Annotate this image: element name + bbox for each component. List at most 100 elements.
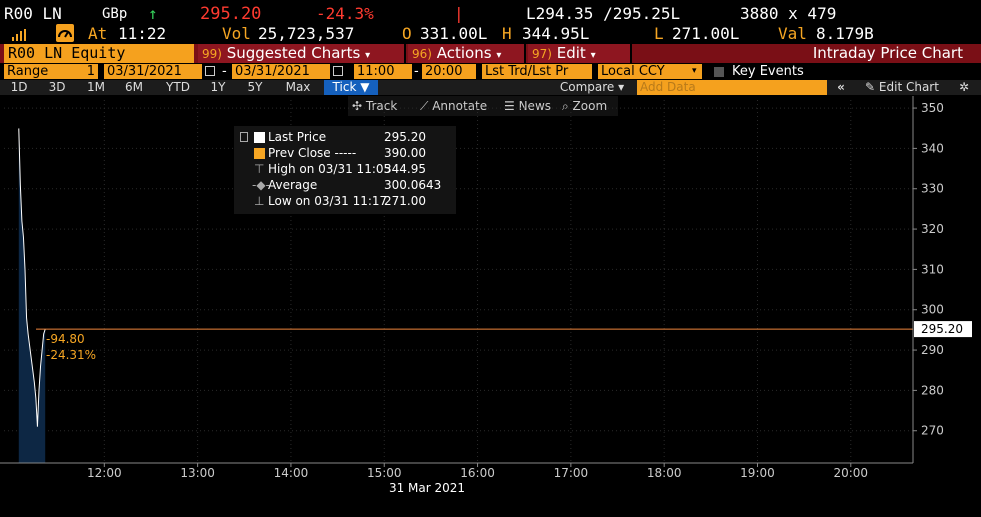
end-date-field[interactable]: 03/31/2021 [232, 64, 330, 79]
actions-number: 96) [412, 47, 432, 61]
low-marker-icon: ⊥ [254, 194, 265, 208]
currency-select[interactable]: Local CCY [598, 64, 702, 79]
range-dash: - [222, 64, 227, 79]
gear-icon[interactable]: ✲ [955, 80, 973, 95]
low-label: L [654, 24, 664, 43]
actions-label: Actions [436, 44, 492, 62]
legend-low-label: Low on 03/31 11:17 [268, 194, 388, 208]
y-tick-label: 310 [921, 262, 944, 276]
edit-button[interactable]: 97) Edit ▾ [528, 44, 632, 63]
compare-dropdown[interactable]: Compare ▾ [552, 80, 632, 95]
high-label: H [502, 24, 512, 43]
price-tag-label: 295.20 [921, 322, 963, 336]
low-value: 271.00L [672, 24, 740, 43]
legend-last-price[interactable]: Last Price 295.20 [234, 130, 456, 146]
legend-low[interactable]: ⊥ Low on 03/31 11:17 271.00 [234, 194, 456, 210]
y-tick-label: 290 [921, 343, 944, 357]
price-chart[interactable]: 270 280 290 300 310 320 330 340 350 12:00 13:00 14… [0, 96, 981, 517]
y-tick-label: 350 [921, 101, 944, 115]
period-button-max[interactable]: Max [278, 80, 318, 95]
range-days-field[interactable]: 1 [58, 64, 98, 79]
edit-label: Edit [556, 44, 586, 62]
up-arrow-icon: ↑ [148, 4, 158, 23]
menu-bar: R00 LN Equity 99) Suggested Charts ▾ 96)… [0, 44, 981, 63]
key-events-checkbox[interactable] [714, 67, 724, 77]
tick-marker: | [454, 4, 464, 23]
calendar-icon[interactable] [333, 66, 343, 76]
legend-high-label: High on 03/31 11:05 [268, 162, 392, 176]
collapse-icon[interactable] [240, 132, 248, 142]
dropdown-arrow-icon: ▾ [365, 50, 371, 61]
legend-low-value: 271.00 [384, 194, 426, 208]
trade-time: 11:22 [118, 24, 167, 43]
high-value: 344.95L [522, 24, 590, 43]
value-label: Val [778, 24, 807, 43]
y-tick-label: 300 [921, 303, 944, 317]
ticker-symbol[interactable]: R00 LN [4, 4, 62, 23]
ticker-row: R00 LN GBp ↑ 295.20 -24.3% | L294.35 /29… [4, 4, 981, 24]
x-tick-label: 13:00 [180, 466, 215, 480]
collapse-icon[interactable]: « [832, 80, 850, 95]
period-button-3d[interactable]: 3D [42, 80, 72, 95]
price-area [18, 128, 46, 463]
period-button-6m[interactable]: 6M [118, 80, 150, 95]
orange-swatch-icon [254, 148, 265, 159]
chart-grid [4, 100, 913, 463]
traded-value: 8.179B [816, 24, 874, 43]
annotation-change-pct: -24.31% [46, 348, 96, 362]
add-data-input[interactable]: Add Data [637, 80, 827, 95]
annotation-change: -94.80 [46, 332, 85, 346]
period-button-1m[interactable]: 1M [80, 80, 112, 95]
price-area-fill [18, 128, 46, 463]
legend-average-value: 300.0643 [384, 178, 442, 192]
y-tick-label: 330 [921, 182, 944, 196]
legend-high[interactable]: ⊤ High on 03/31 11:05 344.95 [234, 162, 456, 178]
x-tick-label: 16:00 [460, 466, 495, 480]
legend-last-price-value: 295.20 [384, 130, 426, 144]
price-type-select[interactable]: Lst Trd/Lst Pr [482, 64, 592, 79]
suggested-charts-number: 99) [202, 47, 222, 61]
period-button-ytd[interactable]: YTD [158, 80, 198, 95]
legend-last-price-label: Last Price [268, 130, 327, 144]
suggested-charts-button[interactable]: 99) Suggested Charts ▾ [198, 44, 406, 63]
x-tick-label: 20:00 [833, 466, 868, 480]
legend-prev-close[interactable]: Prev Close ----- 390.00 [234, 146, 456, 162]
start-date-field[interactable]: 03/31/2021 [104, 64, 202, 79]
range-row: Range 1 03/31/2021 - 03/31/2021 11:00 - … [0, 64, 981, 80]
legend-average[interactable]: -◆- Average 300.0643 [234, 178, 456, 194]
x-tick-label: 14:00 [274, 466, 309, 480]
legend-prev-close-value: 390.00 [384, 146, 426, 160]
white-swatch-icon [254, 132, 265, 143]
calendar-icon[interactable] [205, 66, 215, 76]
y-axis: 270 280 290 300 310 320 330 340 350 [912, 96, 944, 463]
actions-button[interactable]: 96) Actions ▾ [408, 44, 526, 63]
x-tick-label: 15:00 [367, 466, 402, 480]
stats-row: At 11:22 Vol 25,723,537 O 331.00L H 344.… [4, 24, 981, 44]
period-button-5y[interactable]: 5Y [240, 80, 270, 95]
bid-ask-size: 3880 x 479 [740, 4, 837, 23]
key-events-label: Key Events [732, 64, 804, 79]
dropdown-arrow-icon: ▾ [590, 50, 596, 61]
x-tick-label: 17:00 [554, 466, 589, 480]
security-field[interactable]: R00 LN Equity [4, 44, 194, 63]
chart-title: Intraday Price Chart [812, 44, 963, 62]
time-dash: - [414, 64, 419, 79]
y-tick-label: 320 [921, 222, 944, 236]
speedometer-icon[interactable] [56, 24, 74, 42]
price-tag: 295.20 [914, 321, 972, 338]
period-button-1y[interactable]: 1Y [204, 80, 232, 95]
bid-ask: L294.35 /295.25L [526, 4, 681, 23]
ticker-currency: GBp [102, 6, 128, 22]
edit-chart-button[interactable]: ✎ Edit Chart [854, 80, 950, 95]
legend-high-value: 344.95 [384, 162, 426, 176]
start-time-field[interactable]: 11:00 [354, 64, 412, 79]
at-label: At [88, 24, 108, 43]
end-time-field[interactable]: 20:00 [422, 64, 476, 79]
last-price: 295.20 [200, 4, 262, 24]
tick-dropdown[interactable]: Tick ▼ [324, 80, 378, 95]
period-button-1d[interactable]: 1D [4, 80, 34, 95]
volume-label: Vol [222, 24, 251, 43]
legend-prev-close-label: Prev Close ----- [268, 146, 357, 160]
chart-legend: Last Price 295.20 Prev Close ----- 390.0… [234, 126, 456, 214]
high-marker-icon: ⊤ [254, 162, 265, 176]
